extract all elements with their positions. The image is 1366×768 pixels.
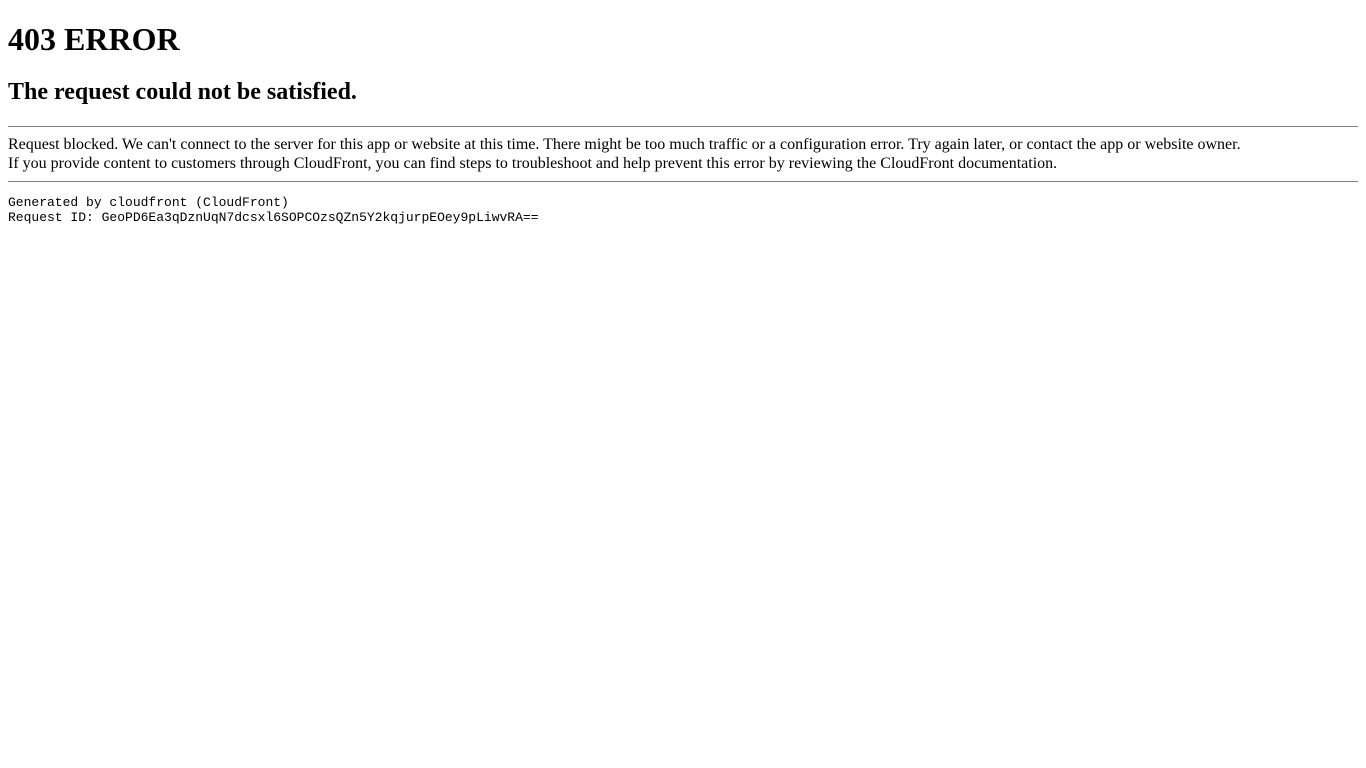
generated-by-text: Generated by cloudfront (CloudFront) — [8, 195, 289, 210]
error-details-block: Generated by cloudfront (CloudFront) Req… — [8, 195, 1358, 225]
divider-top — [8, 126, 1358, 127]
request-id-label: Request ID: — [8, 210, 102, 225]
request-id-value: GeoPD6Ea3qDznUqN7dcsxl6SOPCOzsQZn5Y2kqju… — [102, 210, 539, 225]
divider-bottom — [8, 181, 1358, 182]
error-code-heading: 403 ERROR — [8, 21, 1358, 58]
error-message-line-1: Request blocked. We can't connect to the… — [8, 135, 1358, 154]
error-subtitle: The request could not be satisfied. — [8, 79, 1358, 106]
error-message-line-2: If you provide content to customers thro… — [8, 154, 1358, 173]
